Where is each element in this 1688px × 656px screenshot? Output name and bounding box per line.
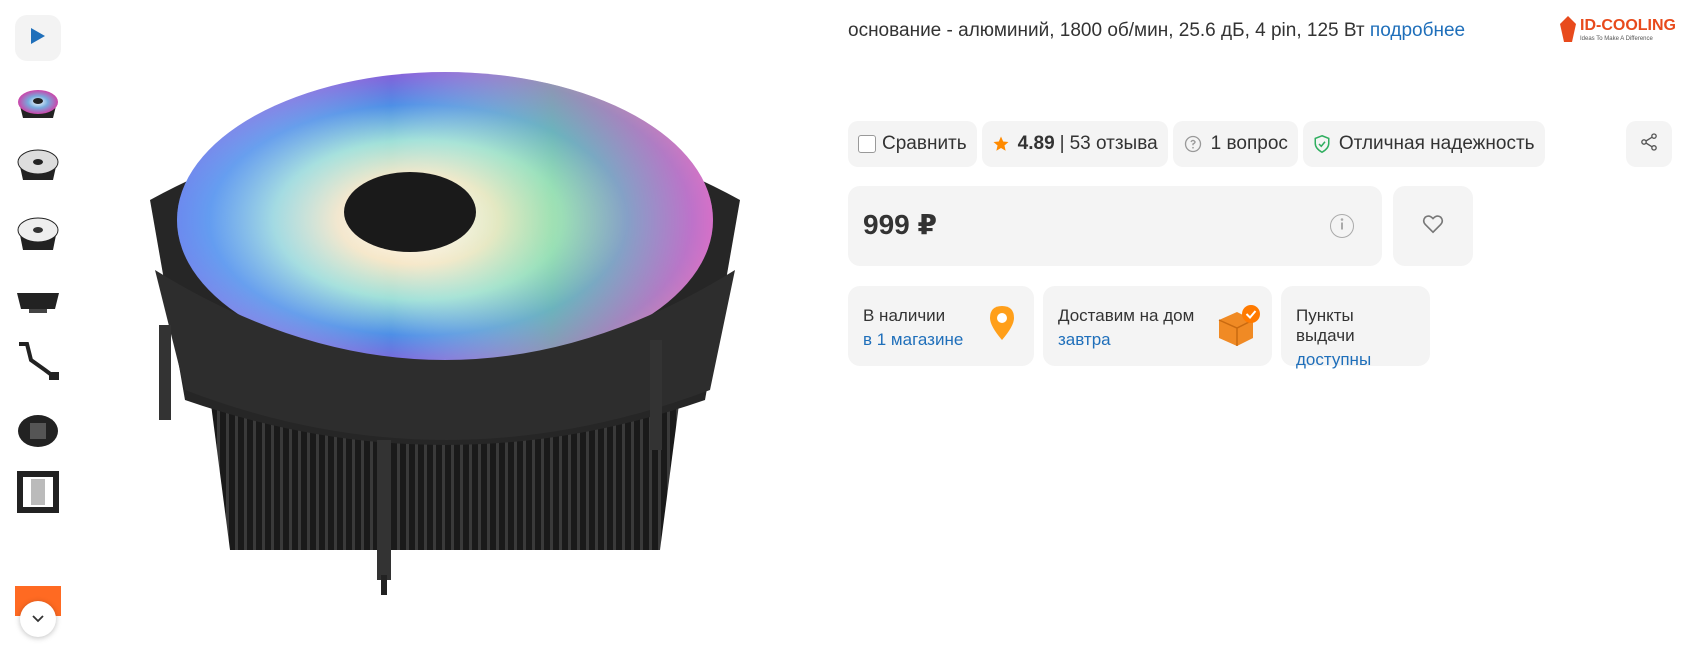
questions-count: 1 вопрос [1210, 133, 1288, 154]
thumbnail-4[interactable] [14, 277, 62, 325]
share-icon [1639, 132, 1659, 157]
brand-logo[interactable]: ID-COOLING Ideas To Make A Difference [1558, 12, 1676, 46]
cooler-side-thumbnail [17, 293, 59, 313]
cooler-white-thumbnail [17, 149, 59, 180]
thumbnail-2[interactable] [14, 142, 62, 190]
thumbnail-1[interactable] [14, 82, 62, 130]
cooler-rgb-thumbnail [18, 90, 58, 118]
compare-button[interactable]: Сравнить [848, 121, 977, 167]
video-thumbnail-button[interactable] [15, 15, 61, 61]
price-value: 999 ₽ [863, 209, 937, 240]
product-short-specs: основание - алюминий, 1800 об/мин, 25.6 … [848, 20, 1465, 42]
delivery-box-icon [1215, 304, 1261, 353]
cooler-bottom-thumbnail [18, 415, 58, 447]
reliability-badge[interactable]: Отличная надежность [1302, 121, 1545, 167]
star-icon [992, 135, 1010, 153]
share-button[interactable] [1626, 121, 1672, 167]
thumbnail-6[interactable] [14, 405, 62, 453]
product-main-image[interactable] [145, 70, 745, 640]
price-panel: 999 ₽ [848, 186, 1382, 266]
more-details-link[interactable]: подробнее [1370, 20, 1465, 41]
questions-button[interactable]: 1 вопрос [1172, 121, 1298, 167]
thumbnail-5[interactable] [14, 338, 62, 386]
compare-label: Сравнить [882, 133, 967, 154]
chevron-down-icon [31, 610, 45, 628]
add-to-wishlist-button[interactable] [1393, 186, 1473, 266]
availability-in-stock-card[interactable]: В наличии в 1 магазине [848, 286, 1034, 366]
play-icon [30, 27, 46, 50]
pickup-points-card[interactable]: Пункты выдачи доступны [1281, 286, 1430, 369]
pickup-link[interactable]: доступны [1296, 350, 1415, 370]
map-pin-icon [988, 304, 1016, 349]
product-actions-bar: Сравнить 4.89 | 53 отзыва 1 вопрос Отлич… [848, 121, 1545, 167]
reliability-label: Отличная надежность [1338, 133, 1535, 154]
question-bubble-icon [1183, 134, 1203, 154]
reviews-count: 53 отзыва [1069, 133, 1158, 154]
brand-tagline-text: Ideas To Make A Difference [1580, 36, 1653, 42]
rating-separator: | [1059, 133, 1065, 154]
info-icon [1336, 217, 1348, 236]
home-delivery-card[interactable]: Доставим на дом завтра [1043, 286, 1272, 366]
compare-checkbox[interactable] [858, 135, 876, 153]
mounting-bracket-thumbnail [17, 471, 59, 513]
pickup-title: Пункты выдачи [1296, 306, 1355, 345]
brand-logo-text: ID-COOLING [1580, 17, 1676, 34]
cable-thumbnail [19, 342, 59, 380]
thumbnail-3[interactable] [14, 210, 62, 258]
thumbnail-7[interactable] [14, 468, 62, 516]
rating-reviews-button[interactable]: 4.89 | 53 отзыва [981, 121, 1168, 167]
price-info-button[interactable] [1330, 214, 1354, 238]
short-specs-text: основание - алюминий, 1800 об/мин, 25.6 … [848, 20, 1365, 41]
heart-icon [1422, 214, 1444, 239]
rating-value: 4.89 [1017, 133, 1055, 154]
thumbnails-scroll-down-button[interactable] [20, 601, 56, 637]
shield-check-icon [1313, 134, 1331, 154]
cooler-angle-thumbnail [17, 217, 59, 250]
